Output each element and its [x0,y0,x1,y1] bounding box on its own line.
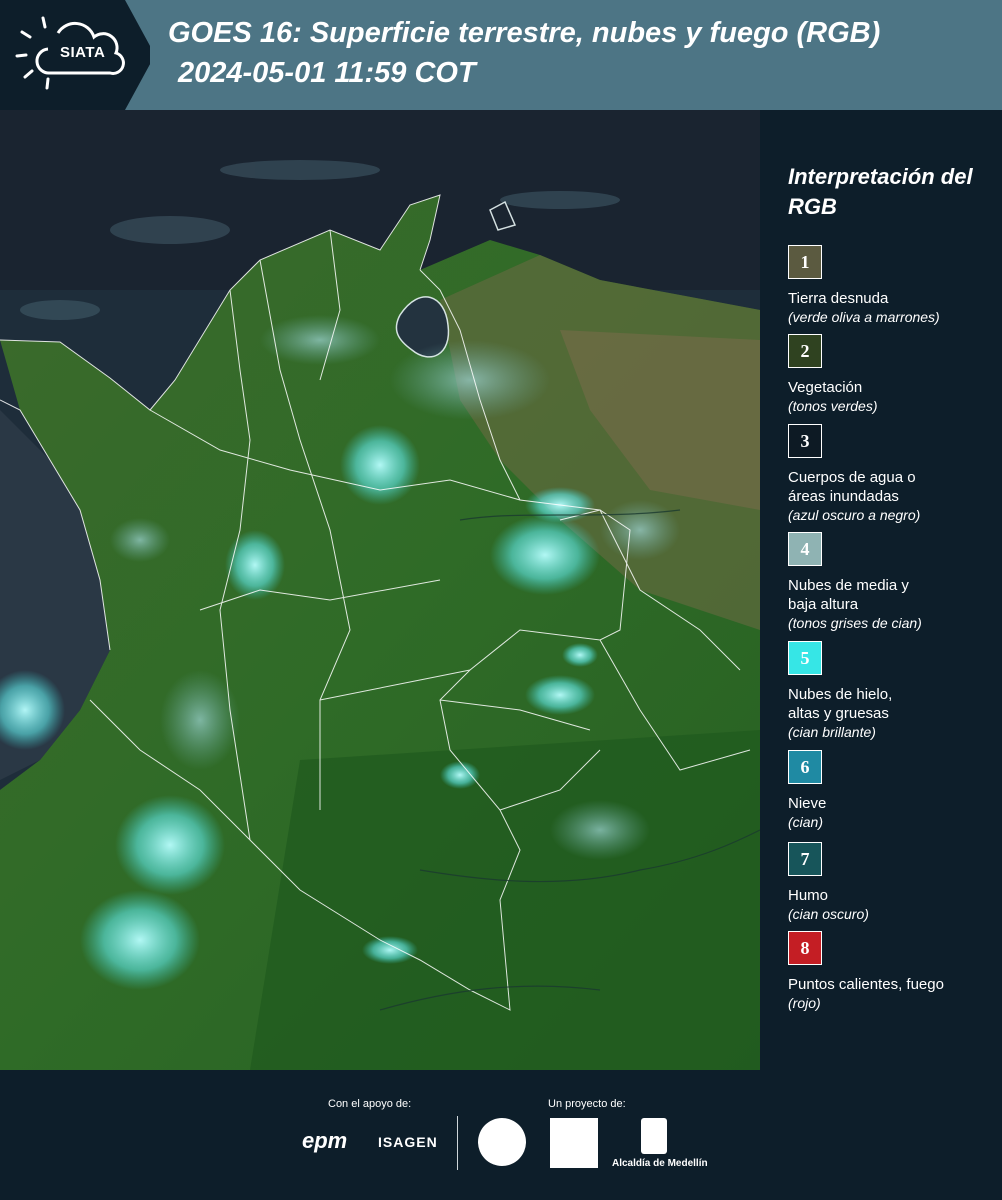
legend-label: Cuerpos de agua o áreas inundadas [788,469,916,505]
legend-swatch: 6 [788,750,822,784]
logo-text: SIATA [60,44,106,61]
siata-logo: SIATA [0,0,150,110]
legend-swatch: 7 [788,842,822,876]
legend-sub: (verde oliva a marrones) [788,309,940,325]
legend-label: Nubes de hielo, altas y gruesas [788,686,893,722]
legend-sub: (cian) [788,814,824,830]
timestamp: 2024-05-01 11:59 COT [178,57,476,89]
legend-sub: (tonos verdes) [788,398,878,414]
legend-swatch: 3 [788,424,822,458]
alcaldia-shield-icon [641,1118,667,1154]
legend-swatch: 4 [788,532,822,566]
legend-sub: (cian brillante) [788,724,876,740]
legend-label: Humo [788,887,829,904]
legend-item-7: 7 Humo (cian oscuro) [788,842,998,924]
legend-title: Interpretación del RGB [788,164,973,219]
legend-sub: (rojo) [788,995,821,1011]
legend-item-3: 3 Cuerpos de agua o áreas inundadas (azu… [788,424,998,525]
footer-divider [457,1116,458,1170]
legend-sub: (tonos grises de cian) [788,615,922,631]
legend-label: Nubes de media y baja altura [788,577,909,613]
legend-label: Vegetación [788,379,863,396]
legend-item-2: 2 Vegetación (tonos verdes) [788,334,998,416]
legend-swatch: 2 [788,334,822,368]
support-label: Con el apoyo de: [328,1098,412,1110]
epm-logo: epm [302,1128,348,1153]
legend-swatch: 8 [788,931,822,965]
legend-swatch: 5 [788,641,822,675]
legend-sub: (azul oscuro a negro) [788,507,921,523]
legend-item-8: 8 Puntos calientes, fuego (rojo) [788,931,998,1013]
isagen-logo: ISAGEN [378,1134,438,1150]
legend-item-4: 4 Nubes de media y baja altura (tonos gr… [788,532,998,633]
alcaldia-logo-text: Alcaldía de Medellín [612,1158,708,1169]
legend-panel: Interpretación del RGB 1 Tierra desnuda … [760,110,1002,1070]
university-seal-icon [478,1118,526,1166]
project-label: Un proyecto de: [548,1098,626,1110]
legend-label: Tierra desnuda [788,290,889,307]
legend-label: Nieve [788,795,827,812]
legend-label: Puntos calientes, fuego [788,976,944,993]
satellite-map[interactable] [0,110,760,1070]
legend-swatch: 1 [788,245,822,279]
header-bar: SIATA GOES 16: Superficie terrestre, nub… [0,0,1002,110]
legend-item-5: 5 Nubes de hielo, altas y gruesas (cian … [788,641,998,742]
legend-item-6: 6 Nieve (cian) [788,750,998,832]
area-metropolitana-logo-icon [550,1118,598,1168]
legend-sub: (cian oscuro) [788,906,869,922]
page-title: GOES 16: Superficie terrestre, nubes y f… [168,17,881,49]
footer: Con el apoyo de: Un proyecto de: epm ISA… [0,1070,1002,1200]
rgb-map-image [0,110,760,1070]
legend-item-1: 1 Tierra desnuda (verde oliva a marrones… [788,245,998,327]
